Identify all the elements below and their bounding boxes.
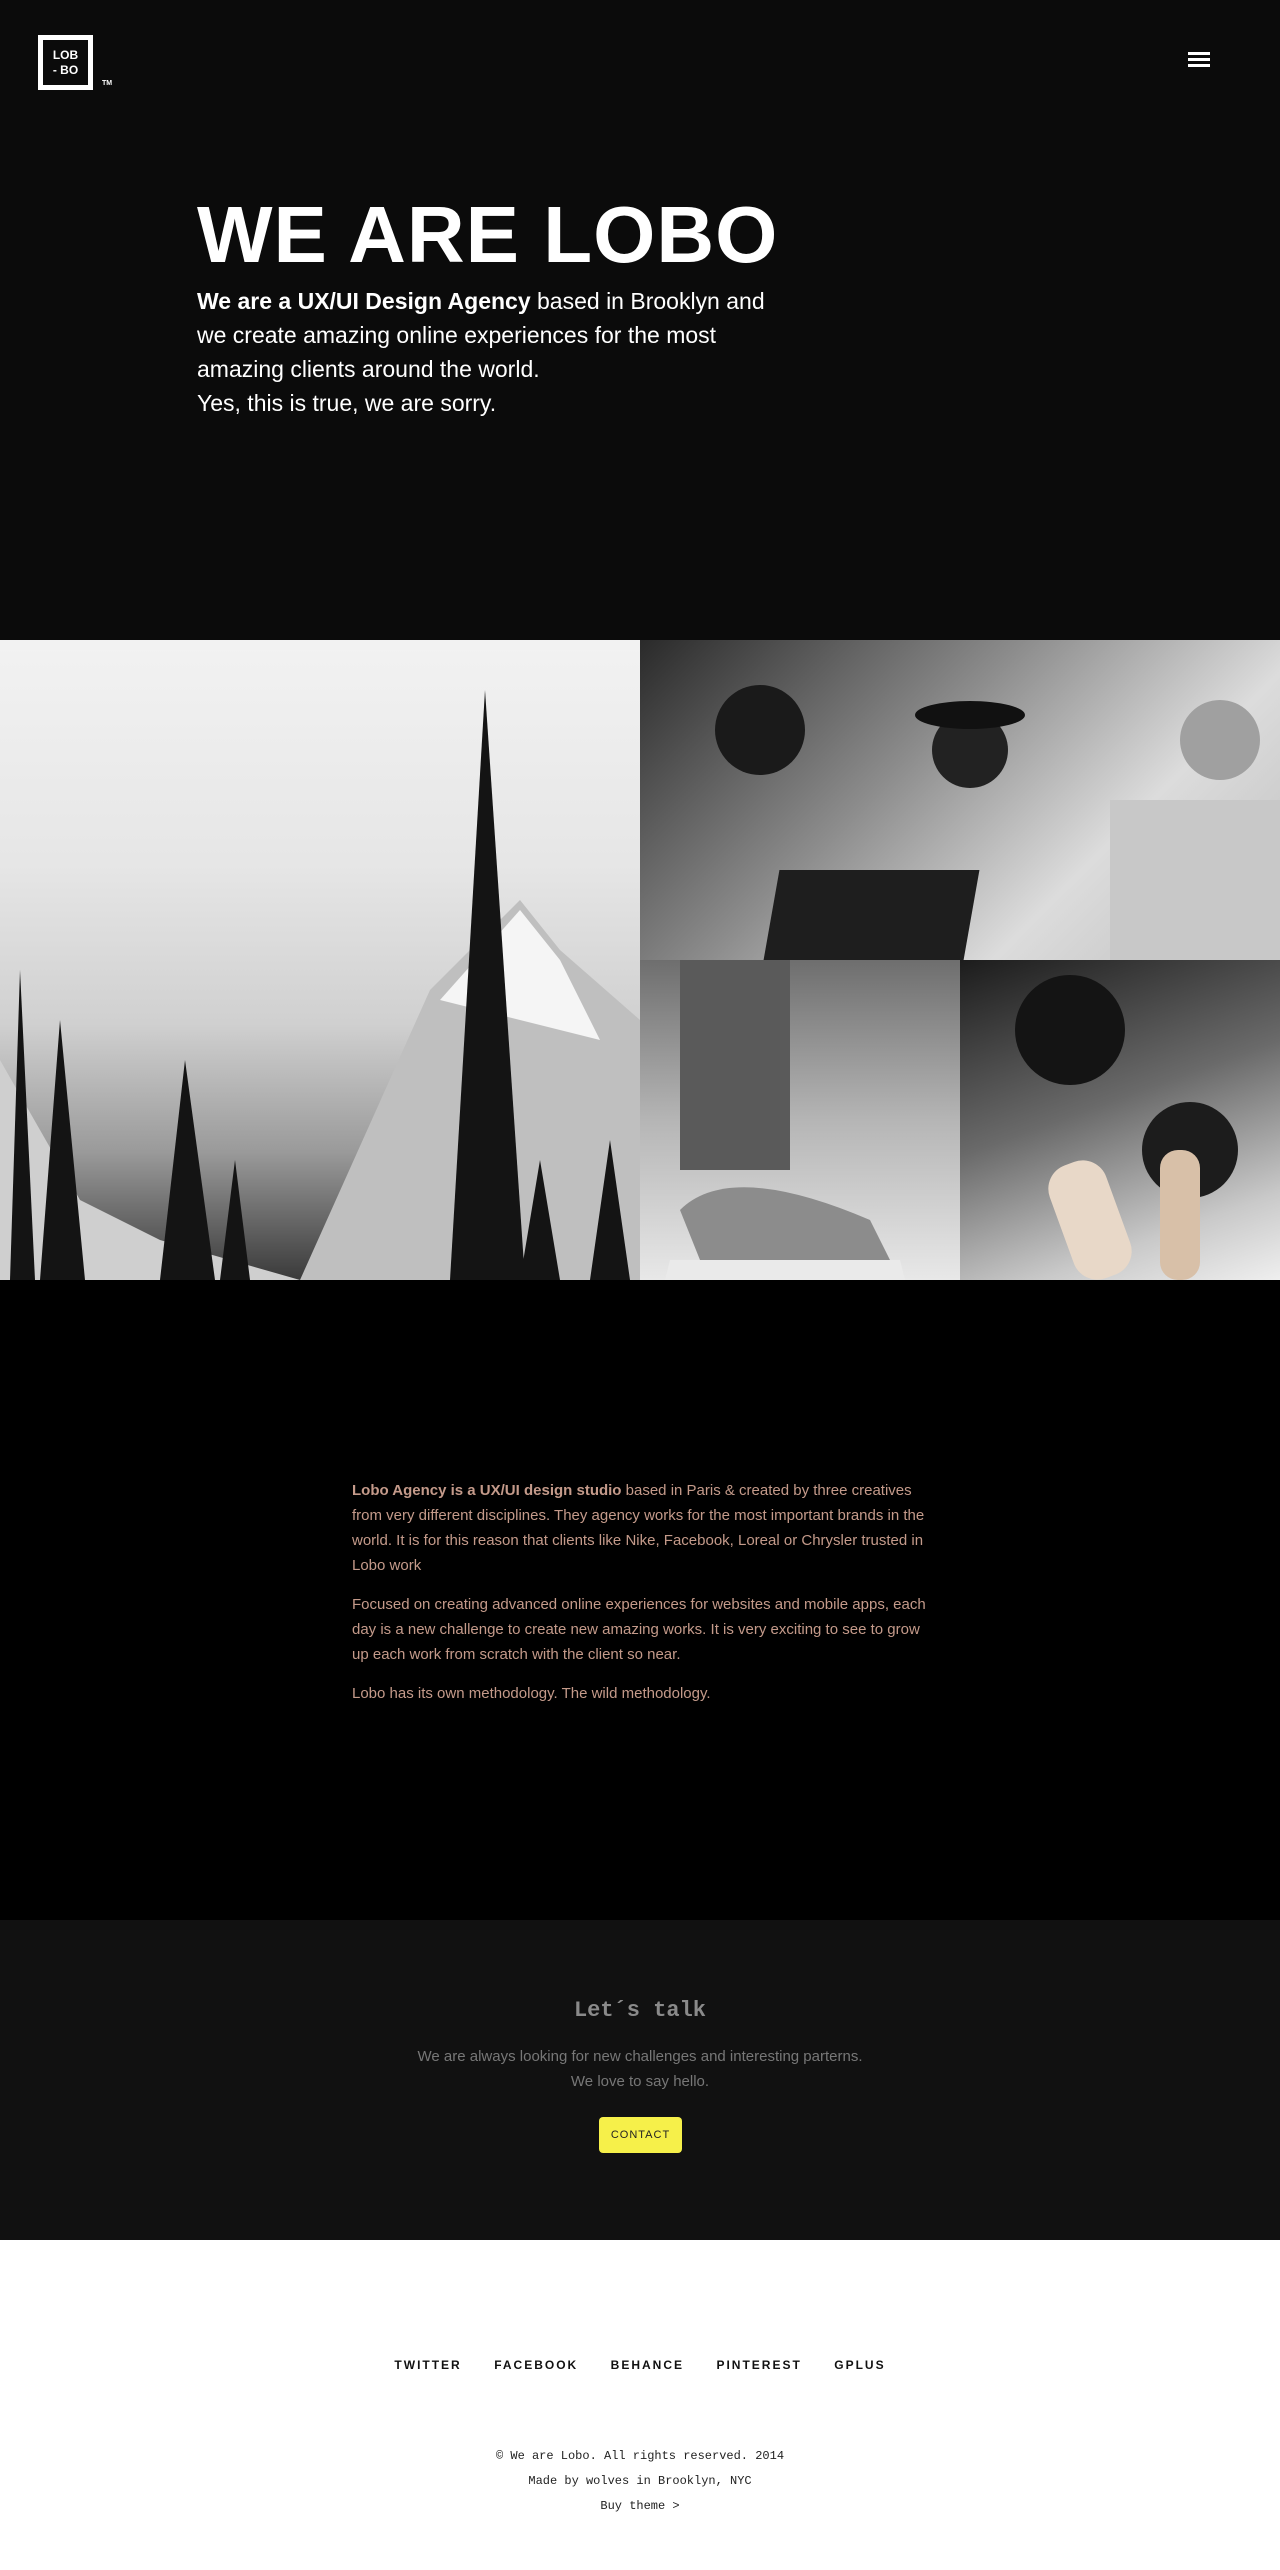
logo[interactable]: LOB - BO (38, 35, 93, 90)
mountain-illustration (0, 690, 640, 1280)
menu-icon[interactable] (1188, 52, 1210, 70)
couple-illustration (1015, 975, 1238, 1280)
copyright-text: © We are Lobo. All rights reserved. 2014 (495, 2449, 785, 2463)
talk-section: Let´s talk We are always looking for new… (0, 1920, 1280, 2240)
talk-line-2: We love to say hello. (570, 2073, 710, 2090)
mountain-photo (0, 640, 640, 1280)
photo-gallery (0, 640, 1280, 1280)
about-paragraph-3: Lobo has its own methodology. The wild m… (352, 1685, 711, 1702)
social-link-behance[interactable]: BEHANCE (611, 2358, 684, 2372)
hero-text-line2: Yes, this is true, we are sorry. (197, 390, 497, 416)
contact-button[interactable]: CONTACT (599, 2117, 682, 2153)
talk-title: Let´s talk (573, 1998, 707, 2023)
shoes-illustration (665, 960, 905, 1280)
hero-text: We are a UX/UI Design Agency based in Br… (197, 284, 797, 420)
hero-section: LOB - BO TM WE ARE LOBO We are a UX/UI D… (0, 0, 1280, 640)
trademark: TM (102, 80, 113, 87)
social-links: TWITTER FACEBOOK BEHANCE PINTEREST GPLUS (0, 2356, 1280, 2374)
about-section: Lobo Agency is a UX/UI design studio bas… (0, 1280, 1280, 1920)
meeting-illustration (715, 685, 1280, 960)
made-by-text: Made by wolves in Brooklyn, NYC (528, 2474, 752, 2488)
buy-theme-link[interactable]: Buy theme > (600, 2499, 679, 2513)
shoes-photo (640, 960, 960, 1280)
meeting-photo (640, 640, 1280, 960)
couple-photo (960, 960, 1280, 1280)
about-paragraph-1: Lobo Agency is a UX/UI design studio bas… (352, 1478, 932, 1578)
hero-title: WE ARE LOBO (197, 190, 779, 279)
about-text: Lobo Agency is a UX/UI design studio bas… (352, 1478, 932, 1720)
talk-line-1: We are always looking for new challenges… (417, 2048, 863, 2065)
about-p1-bold: Lobo Agency is a UX/UI design studio (352, 1482, 622, 1499)
footer: TWITTER FACEBOOK BEHANCE PINTEREST GPLUS… (0, 2240, 1280, 2570)
logo-line-1: LOB (52, 48, 79, 62)
social-link-gplus[interactable]: GPLUS (834, 2358, 885, 2372)
about-paragraph-2: Focused on creating advanced online expe… (352, 1596, 926, 1663)
social-link-pinterest[interactable]: PINTEREST (716, 2358, 801, 2372)
social-link-twitter[interactable]: TWITTER (394, 2358, 461, 2372)
logo-line-2: - BO (52, 63, 79, 77)
social-link-facebook[interactable]: FACEBOOK (494, 2358, 578, 2372)
talk-text: We are always looking for new challenges… (0, 2044, 1280, 2094)
hero-text-bold: We are a UX/UI Design Agency (197, 288, 531, 314)
credits: © We are Lobo. All rights reserved. 2014… (0, 2444, 1280, 2519)
